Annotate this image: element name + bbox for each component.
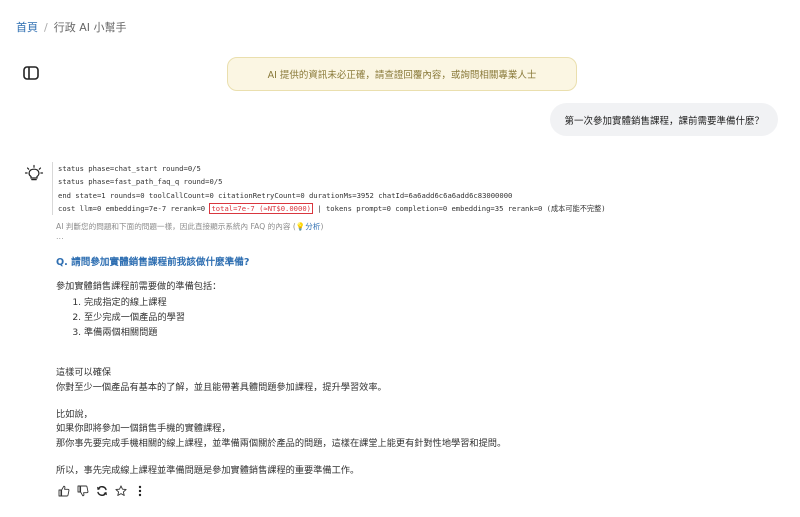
- ai-faq-note: AI 判斷您的問題和下面的問題一樣，因此直接顯示系統內 FAQ 的內容 (💡分析…: [56, 221, 323, 232]
- user-message-text: 第一次參加實體銷售課程，課前需要準備什麼？: [564, 115, 764, 127]
- faq-question: Q. 請問參加實體銷售課程前我該做什麼準備?: [56, 257, 250, 268]
- debug-log: status phase=chat_start round=0/5 status…: [52, 162, 606, 216]
- breadcrumb-home-link[interactable]: 首頁: [16, 19, 38, 35]
- log-line: status phase=chat_start round=0/5: [58, 164, 201, 173]
- list-item: 至少完成一個產品的學習: [84, 310, 185, 325]
- breadcrumb: 首頁 / 行政 AI 小幫手: [16, 19, 126, 35]
- answer-paragraph: 那你事先要完成手機相關的線上課程，並準備兩個關於產品的問題，這樣在課堂上能更有針…: [56, 438, 507, 449]
- analysis-link[interactable]: 💡分析: [296, 222, 321, 231]
- thumbs-down-icon[interactable]: [76, 484, 89, 497]
- message-actions: [57, 484, 146, 497]
- list-item: 完成指定的線上課程: [84, 295, 185, 310]
- refresh-icon[interactable]: [95, 484, 108, 497]
- sidebar-toggle-icon[interactable]: [23, 65, 39, 80]
- list-item: 準備兩個相關問題: [84, 325, 185, 340]
- answer-paragraph: 這樣可以確保: [56, 367, 112, 378]
- more-options-icon[interactable]: [133, 484, 146, 497]
- answer-intro: 參加實體銷售課程前需要做的準備包括：: [56, 281, 222, 292]
- answer-paragraph: 比如說，: [56, 409, 93, 420]
- ai-note-text: AI 判斷您的問題和下面的問題一樣，因此直接顯示系統內 FAQ 的內容 (: [56, 222, 296, 231]
- thumbs-up-icon[interactable]: [57, 484, 70, 497]
- log-cost-total-highlight: total=7e-7 (≈NT$0.0000): [209, 202, 313, 214]
- ai-note-close: ): [320, 222, 324, 231]
- answer-paragraph: 如果你即將參加一個銷售手機的實體課程，: [56, 423, 231, 434]
- lightbulb-icon: [24, 164, 44, 184]
- breadcrumb-separator: /: [44, 20, 48, 34]
- disclaimer-text: AI 提供的資訊未必正確，請查證回覆內容，或詢問相關專業人士: [267, 70, 537, 81]
- log-line: end state=1 rounds=0 toolCallCount=0 cit…: [58, 190, 513, 200]
- answer-paragraph: 你對至少一個產品有基本的了解，並且能帶著具體問題參加課程，提升學習效率。: [56, 382, 387, 393]
- log-line-cost: cost llm=0 embedding=7e-7 rerank=0 total…: [58, 202, 606, 215]
- disclaimer-notice: AI 提供的資訊未必正確，請查證回覆內容，或詢問相關專業人士: [227, 57, 577, 91]
- star-icon[interactable]: [114, 484, 127, 497]
- log-line: status phase=fast_path_faq_q round=0/5: [58, 177, 223, 187]
- ai-ellipsis: ...: [56, 232, 64, 241]
- log-cost-prefix: cost llm=0 embedding=7e-7 rerank=0: [58, 203, 210, 213]
- log-cost-suffix: | tokens prompt=0 completion=0 embedding…: [313, 203, 606, 213]
- user-message-bubble: 第一次參加實體銷售課程，課前需要準備什麼？: [550, 103, 778, 136]
- answer-list: 完成指定的線上課程 至少完成一個產品的學習 準備兩個相關問題: [72, 295, 185, 340]
- answer-paragraph: 所以，事先完成線上課程並準備問題是參加實體銷售課程的重要準備工作。: [56, 465, 360, 476]
- breadcrumb-current: 行政 AI 小幫手: [53, 21, 127, 34]
